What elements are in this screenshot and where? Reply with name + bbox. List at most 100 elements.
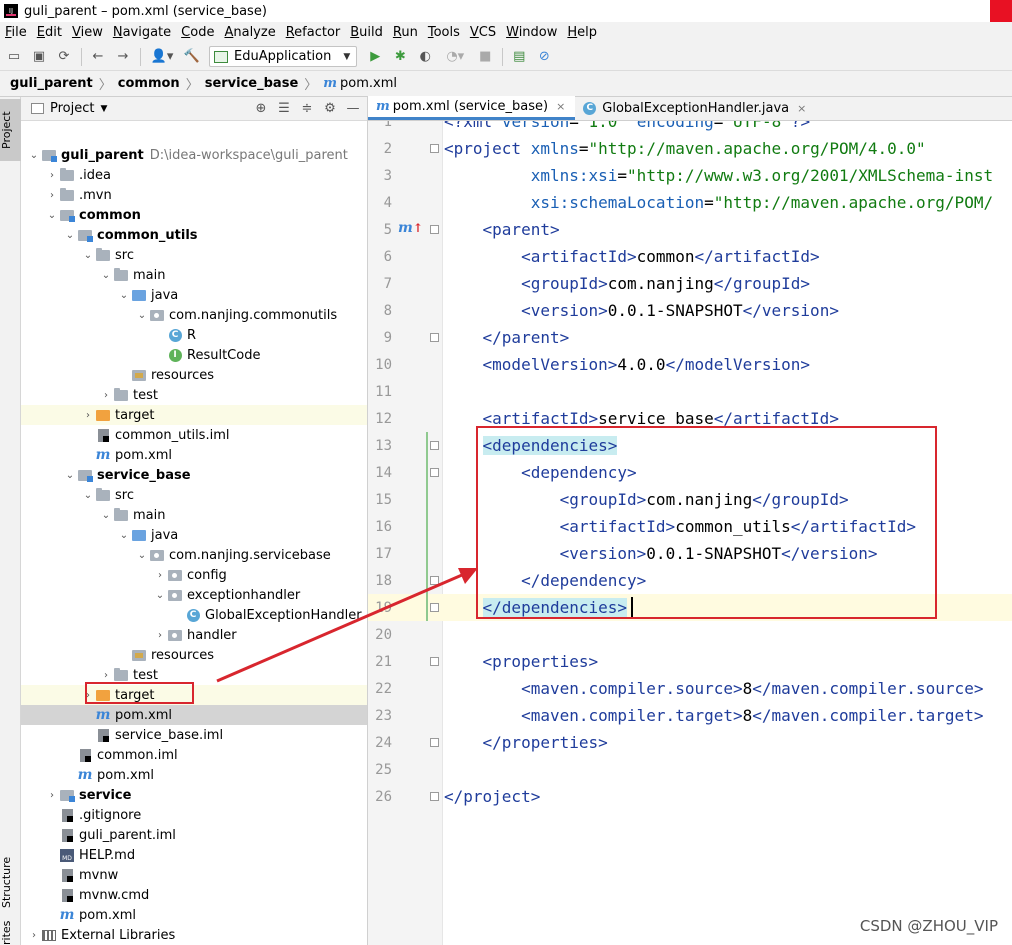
fold-marker-icon[interactable] [430,144,439,153]
chevron-down-icon[interactable]: ⌄ [99,510,113,521]
favorites-tool-tab[interactable]: rites [0,921,21,945]
fold-marker-icon[interactable] [430,441,439,450]
tab-pom-xml[interactable]: m pom.xml (service_base) × [368,96,576,120]
menu-analyze[interactable]: Analyze [224,25,275,40]
no-entry-icon[interactable]: ⊘ [536,49,552,65]
tree-item[interactable]: ›guli_parent.iml [21,825,367,845]
tree-item[interactable]: › External Libraries [21,925,367,945]
tree-item[interactable]: ⌄ com.nanjing.commonutils [21,305,367,325]
tree-item[interactable]: ⌄ src [21,245,367,265]
tree-item[interactable]: ⌄ exceptionhandler [21,585,367,605]
open-folder-icon[interactable]: ▭ [6,49,22,65]
tree-item[interactable]: ›.gitignore [21,805,367,825]
close-icon[interactable]: × [556,100,565,113]
structure-tool-tab[interactable]: Structure [0,837,21,927]
chevron-down-icon[interactable]: ⌄ [135,550,149,561]
breadcrumb-item[interactable]: guli_parent [10,76,93,91]
tree-item[interactable]: ⌄ src [21,485,367,505]
tree-item[interactable]: ›IResultCode [21,345,367,365]
chevron-right-icon[interactable]: › [45,790,59,801]
chevron-right-icon[interactable]: › [99,670,113,681]
tree-item[interactable]: › target [21,685,367,705]
tree-item[interactable]: › test [21,385,367,405]
minimize-icon[interactable]: — [345,101,361,117]
menu-navigate[interactable]: Navigate [113,25,171,40]
tree-item[interactable]: ⌄ main [21,505,367,525]
stop-icon[interactable]: ■ [477,49,493,65]
fold-marker-icon[interactable] [430,792,439,801]
close-icon[interactable]: × [797,102,806,115]
run-config-selector[interactable]: EduApplication ▼ [209,46,358,67]
tree-item[interactable]: ›mvnw [21,865,367,885]
tab-global-exception-handler[interactable]: C GlobalExceptionHandler.java × [575,96,816,120]
save-all-icon[interactable]: ▣ [31,49,47,65]
tree-item[interactable]: ⌄ common_utils [21,225,367,245]
tree-item[interactable]: ›mpom.xml [21,445,367,465]
fold-marker-icon[interactable] [430,738,439,747]
sync-icon[interactable]: ⟳ [56,49,72,65]
locate-target-icon[interactable]: ⊕ [253,101,269,117]
tree-item[interactable]: ⌄ service_base [21,465,367,485]
chevron-right-icon[interactable]: › [153,570,167,581]
menu-edit[interactable]: Edit [37,25,62,40]
tree-item[interactable]: › config [21,565,367,585]
chevron-down-icon[interactable]: ⌄ [63,470,77,481]
chevron-down-icon[interactable]: ⌄ [117,530,131,541]
vcs-change-marker[interactable] [426,432,428,621]
tree-item[interactable]: ›CGlobalExceptionHandler [21,605,367,625]
chevron-right-icon[interactable]: › [153,630,167,641]
tree-item[interactable]: ›MDHELP.md [21,845,367,865]
fold-marker-icon[interactable] [430,225,439,234]
tree-item[interactable]: ›common_utils.iml [21,425,367,445]
chevron-down-icon[interactable]: ⌄ [117,290,131,301]
chevron-down-icon[interactable]: ⌄ [135,310,149,321]
menu-view[interactable]: View [72,25,103,40]
tree-item[interactable]: ⌄ guli_parent D:\idea-workspace\guli_paren… [21,145,367,165]
tree-item[interactable]: › target [21,405,367,425]
tree-item[interactable]: › .mvn [21,185,367,205]
chevron-right-icon[interactable]: › [99,390,113,401]
fold-marker-icon[interactable] [430,576,439,585]
collapse-all-icon[interactable]: ≑ [299,101,315,117]
tree-item[interactable]: › .idea [21,165,367,185]
tree-item[interactable]: ›mvnw.cmd [21,885,367,905]
menu-run[interactable]: Run [393,25,418,40]
chevron-down-icon[interactable]: ⌄ [63,230,77,241]
menu-code[interactable]: Code [181,25,214,40]
tree-item[interactable]: › service [21,785,367,805]
breadcrumb-item[interactable]: pom.xml [340,76,397,91]
close-window-button[interactable] [990,0,1012,22]
project-tool-tab[interactable]: Project [0,99,21,161]
tree-item[interactable]: ⌄ common [21,205,367,225]
run-icon[interactable]: ▶ [367,49,383,65]
user-icon[interactable]: 👤▾ [149,49,175,65]
chevron-right-icon[interactable]: › [81,410,95,421]
tree-item[interactable]: ›mpom.xml [21,705,367,725]
fold-marker-icon[interactable] [430,468,439,477]
breadcrumb-item[interactable]: common [118,76,180,91]
chevron-down-icon[interactable]: ⌄ [81,490,95,501]
menu-build[interactable]: Build [350,25,383,40]
menu-refactor[interactable]: Refactor [286,25,341,40]
tree-item[interactable]: ›resources [21,645,367,665]
menu-file[interactable]: File [5,25,27,40]
tree-item[interactable]: › handler [21,625,367,645]
back-arrow-icon[interactable]: ← [90,49,106,65]
profile-icon[interactable]: ◔▾ [442,49,468,65]
tree-item[interactable]: ›CR [21,325,367,345]
fold-marker-icon[interactable] [430,657,439,666]
navigate-to-parent-icon[interactable]: m↑ [398,220,423,236]
tree-item[interactable]: ⌄ java [21,285,367,305]
tree-item[interactable]: › test [21,665,367,685]
tree-item[interactable]: ⌄ com.nanjing.servicebase [21,545,367,565]
chevron-down-icon[interactable]: ⌄ [27,150,41,161]
tree-item[interactable]: ›resources [21,365,367,385]
chevron-right-icon[interactable]: › [27,930,41,941]
fold-marker-icon[interactable] [430,603,439,612]
tree-item[interactable]: ›mpom.xml [21,905,367,925]
menu-vcs[interactable]: VCS [470,25,496,40]
tree-item[interactable]: ⌄ main [21,265,367,285]
chevron-down-icon[interactable]: ⌄ [153,590,167,601]
breadcrumb-item[interactable]: service_base [205,76,299,91]
tree-item[interactable]: ›mpom.xml [21,765,367,785]
